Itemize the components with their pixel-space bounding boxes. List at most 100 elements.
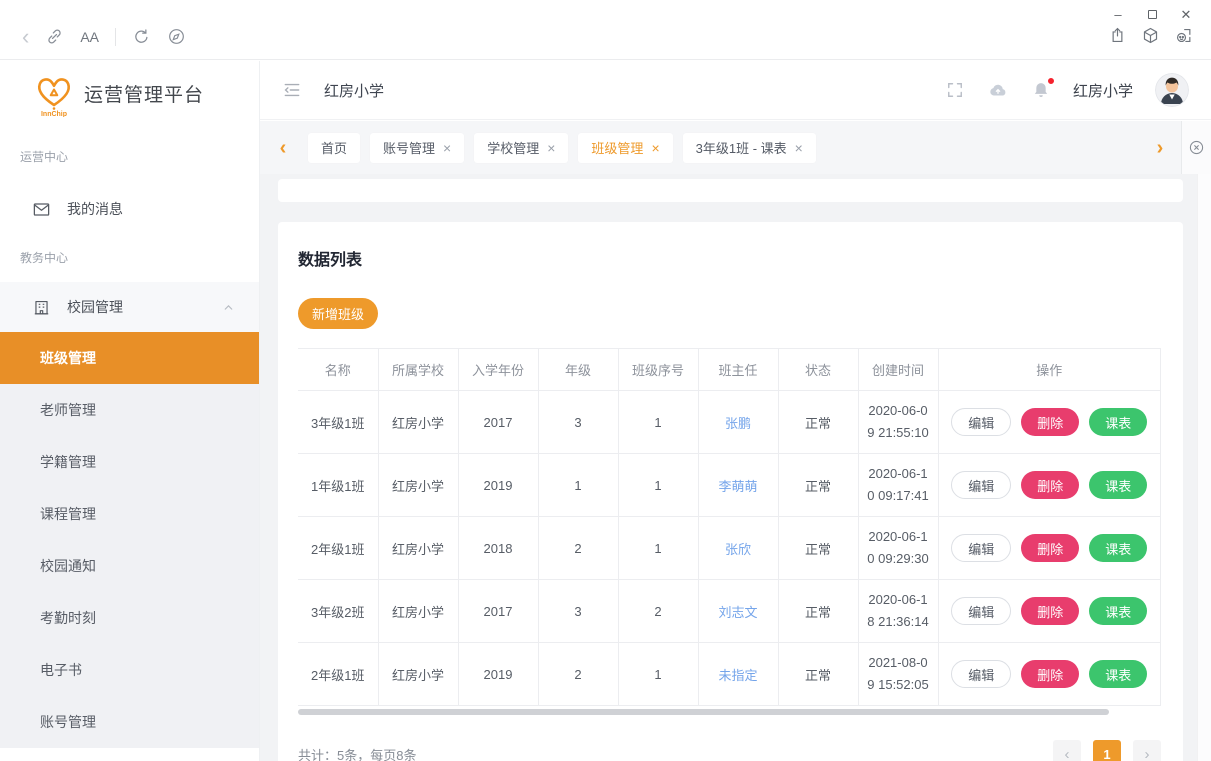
schedule-button[interactable]: 课表 (1089, 408, 1147, 436)
tab-3[interactable]: 学校管理× (474, 133, 568, 163)
edit-button[interactable]: 编辑 (951, 660, 1011, 688)
close-all-tabs-button[interactable] (1181, 121, 1211, 174)
created-date-line: 2020-06-1 (863, 589, 934, 611)
sidebar-section-operations: 运营中心 (20, 147, 259, 167)
fullscreen-icon[interactable] (945, 80, 965, 100)
sidebar-subitem-2[interactable]: 老师管理 (0, 384, 259, 436)
edit-button[interactable]: 编辑 (951, 534, 1011, 562)
contact-icon[interactable] (1174, 26, 1193, 45)
teacher-link[interactable]: 刘志文 (718, 605, 757, 620)
sidebar-subitem-5[interactable]: 校园通知 (0, 540, 259, 592)
pagination-page-1[interactable]: 1 (1093, 740, 1121, 761)
tab-close-icon[interactable]: × (547, 141, 555, 155)
cell-status: 正常 (778, 391, 858, 454)
tab-close-icon[interactable]: × (795, 141, 803, 155)
cube-icon[interactable] (1141, 26, 1160, 45)
tab-5[interactable]: 3年级1班 - 课表× (683, 133, 816, 163)
pagination: ‹ 1 › (1053, 740, 1161, 761)
teacher-link[interactable]: 张鹏 (725, 416, 751, 431)
cell-created-time: 2020-06-18 21:36:14 (858, 580, 938, 643)
cell-school: 红房小学 (378, 517, 458, 580)
share-icon[interactable] (1108, 26, 1127, 45)
cell-enroll-year: 2019 (458, 454, 538, 517)
compass-icon[interactable] (167, 27, 186, 46)
delete-button[interactable]: 删除 (1021, 408, 1079, 436)
user-avatar[interactable] (1155, 73, 1189, 107)
horizontal-scrollbar-thumb[interactable] (298, 709, 1109, 715)
delete-button[interactable]: 删除 (1021, 660, 1079, 688)
notifications-button[interactable] (1031, 80, 1051, 100)
delete-button[interactable]: 删除 (1021, 471, 1079, 499)
content-area: 数据列表 新增班级 名称所属学校入学年份年级班级序号班主任状态创建时间操作 3年… (260, 174, 1197, 761)
add-class-button[interactable]: 新增班级 (298, 298, 378, 329)
created-date-line: 9 21:55:10 (863, 422, 934, 444)
back-icon[interactable]: ‹ (22, 28, 29, 46)
table-row: 3年级1班红房小学201731张鹏正常2020-06-09 21:55:10编辑… (298, 391, 1161, 454)
page-header: 红房小学 红房小学 (260, 61, 1211, 120)
window-close-button[interactable]: ✕ (1169, 4, 1203, 26)
edit-button[interactable]: 编辑 (951, 408, 1011, 436)
horizontal-scrollbar (298, 708, 1161, 716)
sidebar-subitem-7[interactable]: 电子书 (0, 644, 259, 696)
teacher-link[interactable]: 未指定 (718, 668, 757, 683)
browser-nav-tools: ‹ AA (22, 27, 186, 46)
table-row: 2年级1班红房小学201821张欣正常2020-06-10 09:29:30编辑… (298, 517, 1161, 580)
tab-close-icon[interactable]: × (651, 141, 659, 155)
delete-button[interactable]: 删除 (1021, 534, 1079, 562)
app-logo: InnChip 运营管理平台 (0, 61, 259, 125)
browser-doc-tools (1108, 26, 1193, 45)
tabs-scroll-right-icon[interactable]: › (1151, 138, 1169, 158)
schedule-button[interactable]: 课表 (1089, 660, 1147, 688)
created-date-line: 2020-06-1 (863, 463, 934, 485)
teacher-link[interactable]: 李萌萌 (718, 479, 757, 494)
font-size-icon[interactable]: AA (80, 29, 99, 45)
tab-2[interactable]: 账号管理× (370, 133, 464, 163)
cell-school: 红房小学 (378, 454, 458, 517)
schedule-button[interactable]: 课表 (1089, 534, 1147, 562)
tabs-scroll-left-icon[interactable]: ‹ (274, 138, 292, 158)
cell-school: 红房小学 (378, 580, 458, 643)
row-actions: 编辑删除课表 (943, 534, 1157, 562)
sidebar-subitem-3[interactable]: 学籍管理 (0, 436, 259, 488)
vertical-scrollbar-track[interactable] (1197, 174, 1211, 761)
sidebar-item-messages[interactable]: 我的消息 (0, 183, 259, 235)
sidebar-subitem-4[interactable]: 课程管理 (0, 488, 259, 540)
sidebar-subitem-8[interactable]: 账号管理 (0, 696, 259, 748)
sidebar-item-campus-management[interactable]: 校园管理 (0, 282, 259, 332)
sidebar-subitem-1[interactable]: 班级管理 (0, 332, 259, 384)
cell-actions: 编辑删除课表 (938, 580, 1161, 643)
table-header-row: 名称所属学校入学年份年级班级序号班主任状态创建时间操作 (298, 349, 1161, 391)
cell-teacher: 未指定 (698, 643, 778, 706)
pagination-prev-button[interactable]: ‹ (1053, 740, 1081, 761)
refresh-icon[interactable] (132, 27, 151, 46)
window-controls: – ✕ (1101, 4, 1203, 26)
edit-button[interactable]: 编辑 (951, 597, 1011, 625)
table-row: 1年级1班红房小学201911李萌萌正常2020-06-10 09:17:41编… (298, 454, 1161, 517)
cell-created-time: 2020-06-10 09:17:41 (858, 454, 938, 517)
cloud-upload-icon[interactable] (987, 79, 1009, 101)
class-table: 名称所属学校入学年份年级班级序号班主任状态创建时间操作 3年级1班红房小学201… (298, 348, 1161, 706)
cell-school: 红房小学 (378, 643, 458, 706)
cell-actions: 编辑删除课表 (938, 517, 1161, 580)
row-actions: 编辑删除课表 (943, 597, 1157, 625)
created-date-line: 9 15:52:05 (863, 674, 934, 696)
edit-button[interactable]: 编辑 (951, 471, 1011, 499)
schedule-button[interactable]: 课表 (1089, 471, 1147, 499)
tab-4[interactable]: 班级管理× (578, 133, 672, 163)
window-minimize-button[interactable]: – (1101, 4, 1135, 26)
close-circle-icon (1188, 139, 1205, 156)
open-tabs: 首页账号管理× 学校管理× 班级管理× 3年级1班 - 课表× (308, 133, 1151, 163)
tab-close-icon[interactable]: × (443, 141, 451, 155)
cell-teacher: 张鹏 (698, 391, 778, 454)
delete-button[interactable]: 删除 (1021, 597, 1079, 625)
schedule-button[interactable]: 课表 (1089, 597, 1147, 625)
collapse-sidebar-icon[interactable] (282, 80, 302, 100)
window-maximize-button[interactable] (1135, 4, 1169, 26)
sidebar-subitem-6[interactable]: 考勤时刻 (0, 592, 259, 644)
pagination-next-button[interactable]: › (1133, 740, 1161, 761)
cell-class-seq: 1 (618, 391, 698, 454)
tab-1[interactable]: 首页 (308, 133, 360, 163)
created-date-line: 2020-06-1 (863, 526, 934, 548)
teacher-link[interactable]: 张欣 (725, 542, 751, 557)
link-icon[interactable] (45, 27, 64, 46)
